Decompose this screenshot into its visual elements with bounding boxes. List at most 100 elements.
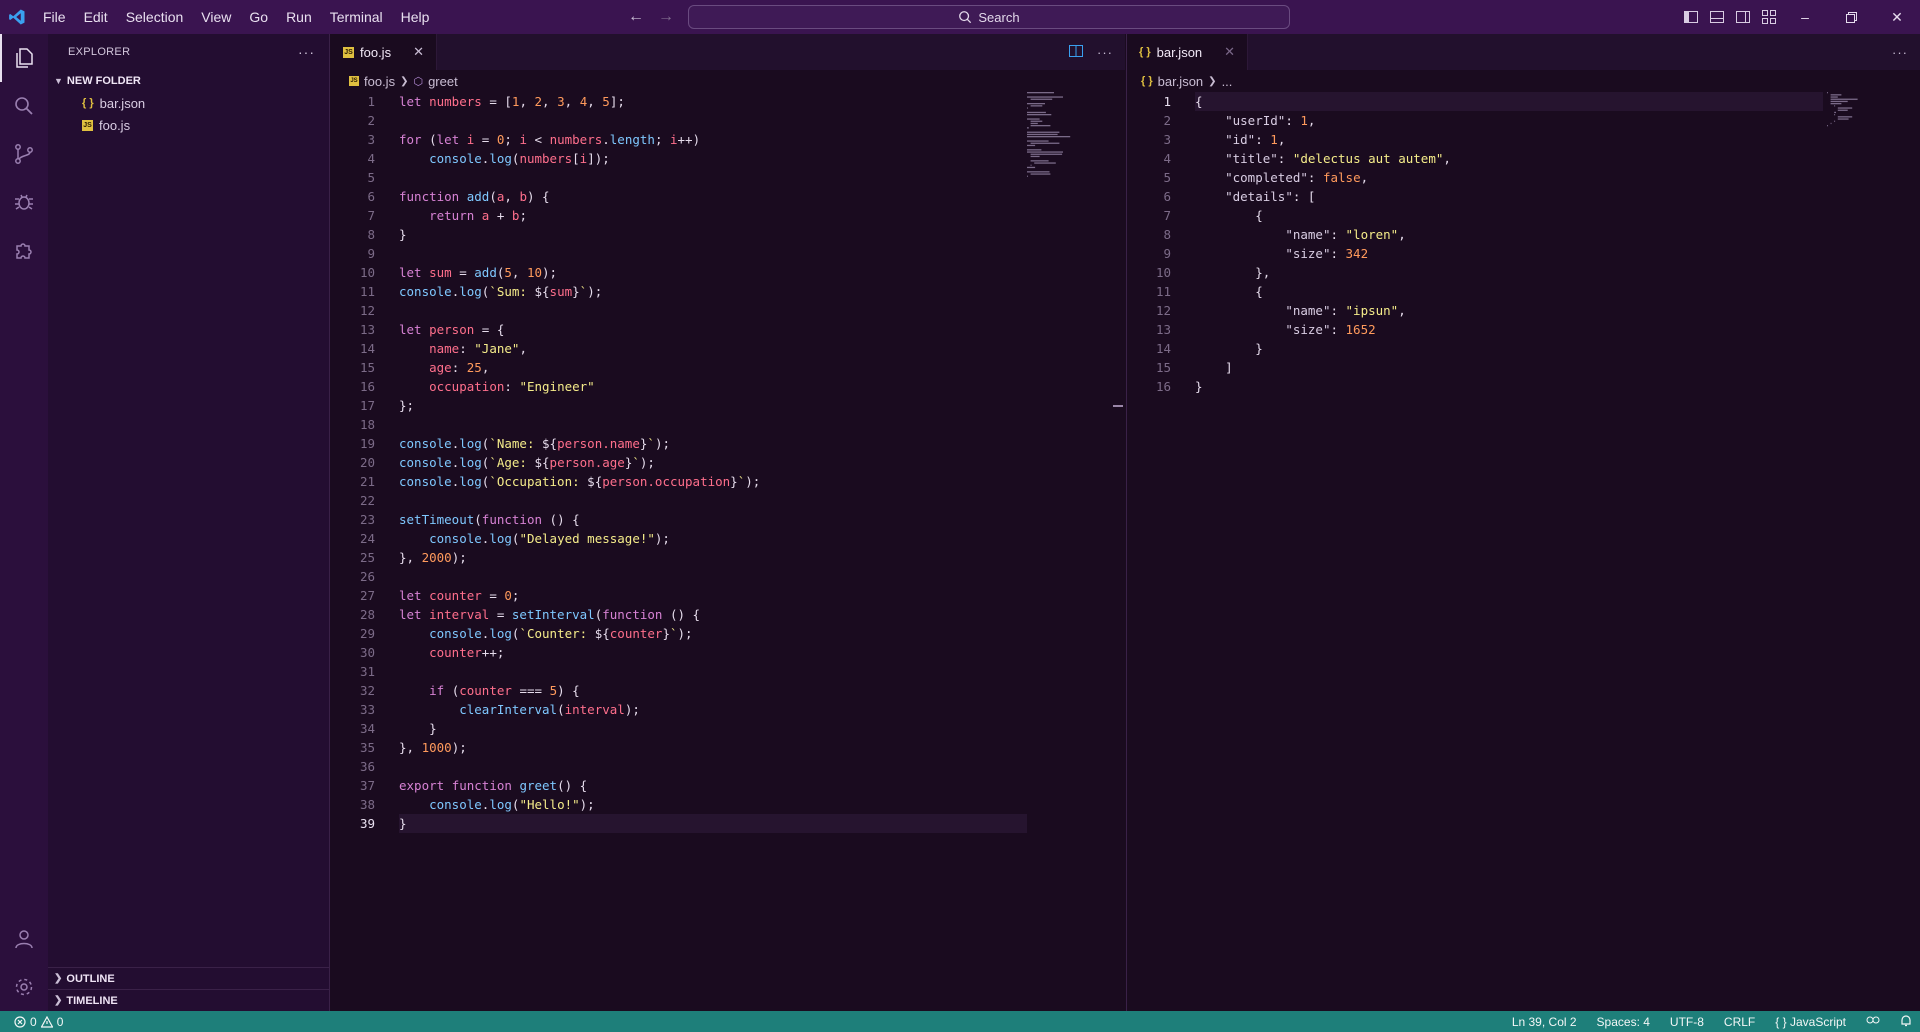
minimize-icon[interactable]: – (1782, 0, 1828, 34)
code-line[interactable]: 21 console.log(`Occupation: ${person.occu… (331, 472, 1125, 491)
code-line[interactable]: 1 let numbers = [1, 2, 3, 4, 5]; (331, 92, 1125, 111)
outline-section[interactable]: ❯ OUTLINE (48, 967, 330, 989)
code-line[interactable]: 7 return a + b; (331, 206, 1125, 225)
search-view-icon[interactable] (0, 82, 48, 130)
file-bar-json[interactable]: { } bar.json (48, 92, 329, 114)
code-line[interactable]: 11 { (1127, 282, 1920, 301)
menu-selection[interactable]: Selection (117, 0, 193, 34)
indentation[interactable]: Spaces: 4 (1597, 1015, 1650, 1029)
breadcrumb-file[interactable]: foo.js (364, 74, 395, 89)
folder-new-folder[interactable]: ▼ NEW FOLDER (48, 70, 329, 92)
code-line[interactable]: 16 occupation: "Engineer" (331, 377, 1125, 396)
restore-icon[interactable] (1828, 0, 1874, 34)
code-line[interactable]: 13 let person = { (331, 320, 1125, 339)
code-line[interactable]: 11 console.log(`Sum: ${sum}`); (331, 282, 1125, 301)
code-line[interactable]: 31 (331, 662, 1125, 681)
cursor-position[interactable]: Ln 39, Col 2 (1512, 1015, 1577, 1029)
code-line[interactable]: 14 name: "Jane", (331, 339, 1125, 358)
more-actions-icon[interactable]: ··· (1892, 45, 1908, 60)
code-line[interactable]: 8} (331, 225, 1125, 244)
code-line[interactable]: 23 setTimeout(function () { (331, 510, 1125, 529)
code-line[interactable]: 26 (331, 567, 1125, 586)
code-line[interactable]: 38 console.log("Hello!"); (331, 795, 1125, 814)
copilot-icon[interactable] (1866, 1014, 1880, 1029)
timeline-section[interactable]: ❯ TIMELINE (48, 989, 330, 1011)
menu-view[interactable]: View (192, 0, 240, 34)
code-line[interactable]: 39} (331, 814, 1125, 833)
code-line[interactable]: 6 function add(a, b) { (331, 187, 1125, 206)
code-line[interactable]: 34 } (331, 719, 1125, 738)
forward-arrow-icon[interactable]: → (658, 8, 674, 26)
code-line[interactable]: 22 (331, 491, 1125, 510)
explorer-icon[interactable] (0, 34, 48, 82)
split-editor-icon[interactable] (1069, 44, 1083, 60)
code-line[interactable]: 15 age: 25, (331, 358, 1125, 377)
code-line[interactable]: 20 console.log(`Age: ${person.age}`); (331, 453, 1125, 472)
manage-gear-icon[interactable] (0, 963, 48, 1011)
code-line[interactable]: 5 (331, 168, 1125, 187)
minimap[interactable] (1827, 92, 1897, 182)
close-tab-icon[interactable]: ✕ (413, 44, 424, 60)
code-line[interactable]: 24 console.log("Delayed message!"); (331, 529, 1125, 548)
code-line[interactable]: 5 "completed": false, (1127, 168, 1920, 187)
menu-go[interactable]: Go (240, 0, 277, 34)
scrollbar-thumb[interactable] (1113, 405, 1123, 407)
code-line[interactable]: 33 clearInterval(interval); (331, 700, 1125, 719)
tab-foo-js[interactable]: JS foo.js ✕ (331, 34, 437, 70)
code-line[interactable]: 1{ (1127, 92, 1920, 111)
menu-file[interactable]: File (34, 0, 75, 34)
back-arrow-icon[interactable]: ← (628, 8, 644, 26)
tab-bar-json[interactable]: { } bar.json ✕ (1127, 34, 1249, 70)
code-line[interactable]: 6 "details": [ (1127, 187, 1920, 206)
encoding[interactable]: UTF-8 (1670, 1015, 1704, 1029)
problems-indicator[interactable]: 0 0 (0, 1015, 63, 1029)
code-line[interactable]: 2 (331, 111, 1125, 130)
toggle-panel-icon[interactable] (1704, 0, 1730, 34)
file-foo-js[interactable]: JS foo.js (48, 114, 329, 136)
code-line[interactable]: 8 "name": "loren", (1127, 225, 1920, 244)
notifications-bell-icon[interactable] (1900, 1014, 1912, 1030)
code-line[interactable]: 25}, 2000); (331, 548, 1125, 567)
accounts-icon[interactable] (0, 915, 48, 963)
code-line[interactable]: 13 "size": 1652 (1127, 320, 1920, 339)
code-line[interactable]: 2 "userId": 1, (1127, 111, 1920, 130)
run-debug-icon[interactable] (0, 178, 48, 226)
code-line[interactable]: 19 console.log(`Name: ${person.name}`); (331, 434, 1125, 453)
end-of-line[interactable]: CRLF (1724, 1015, 1755, 1029)
code-line[interactable]: 10 }, (1127, 263, 1920, 282)
code-line[interactable]: 35}, 1000); (331, 738, 1125, 757)
code-line[interactable]: 4 "title": "delectus aut autem", (1127, 149, 1920, 168)
source-control-icon[interactable] (0, 130, 48, 178)
code-line[interactable]: 37 export function greet() { (331, 776, 1125, 795)
menu-run[interactable]: Run (277, 0, 321, 34)
menu-terminal[interactable]: Terminal (321, 0, 392, 34)
code-line[interactable]: 12 "name": "ipsun", (1127, 301, 1920, 320)
extensions-icon[interactable] (0, 226, 48, 274)
close-tab-icon[interactable]: ✕ (1224, 44, 1235, 60)
code-line[interactable]: 9 (331, 244, 1125, 263)
code-line[interactable]: 15 ] (1127, 358, 1920, 377)
code-line[interactable]: 28 let interval = setInterval(function ()… (331, 605, 1125, 624)
toggle-primary-sidebar-icon[interactable] (1678, 0, 1704, 34)
code-line[interactable]: 12 (331, 301, 1125, 320)
menu-help[interactable]: Help (392, 0, 439, 34)
breadcrumb-more[interactable]: ... (1222, 74, 1233, 89)
toggle-secondary-sidebar-icon[interactable] (1730, 0, 1756, 34)
more-actions-icon[interactable]: ··· (298, 44, 315, 60)
customize-layout-icon[interactable] (1756, 0, 1782, 34)
code-line[interactable]: 32 if (counter === 5) { (331, 681, 1125, 700)
code-line[interactable]: 30 counter++; (331, 643, 1125, 662)
code-line[interactable]: 3 for (let i = 0; i < numbers.length; i++… (331, 130, 1125, 149)
menu-edit[interactable]: Edit (75, 0, 117, 34)
code-line[interactable]: 9 "size": 342 (1127, 244, 1920, 263)
close-window-icon[interactable]: ✕ (1874, 0, 1920, 34)
more-actions-icon[interactable]: ··· (1097, 45, 1113, 60)
code-editor[interactable]: 1{2 "userId": 1, 3 "id": 1, 4 "title": "de… (1127, 92, 1920, 1011)
code-line[interactable]: 17}; (331, 396, 1125, 415)
minimap[interactable] (1027, 92, 1097, 182)
language-mode[interactable]: { } JavaScript (1775, 1015, 1846, 1029)
breadcrumb-symbol[interactable]: greet (428, 74, 458, 89)
code-line[interactable]: 3 "id": 1, (1127, 130, 1920, 149)
code-line[interactable]: 18 (331, 415, 1125, 434)
code-line[interactable]: 7 { (1127, 206, 1920, 225)
